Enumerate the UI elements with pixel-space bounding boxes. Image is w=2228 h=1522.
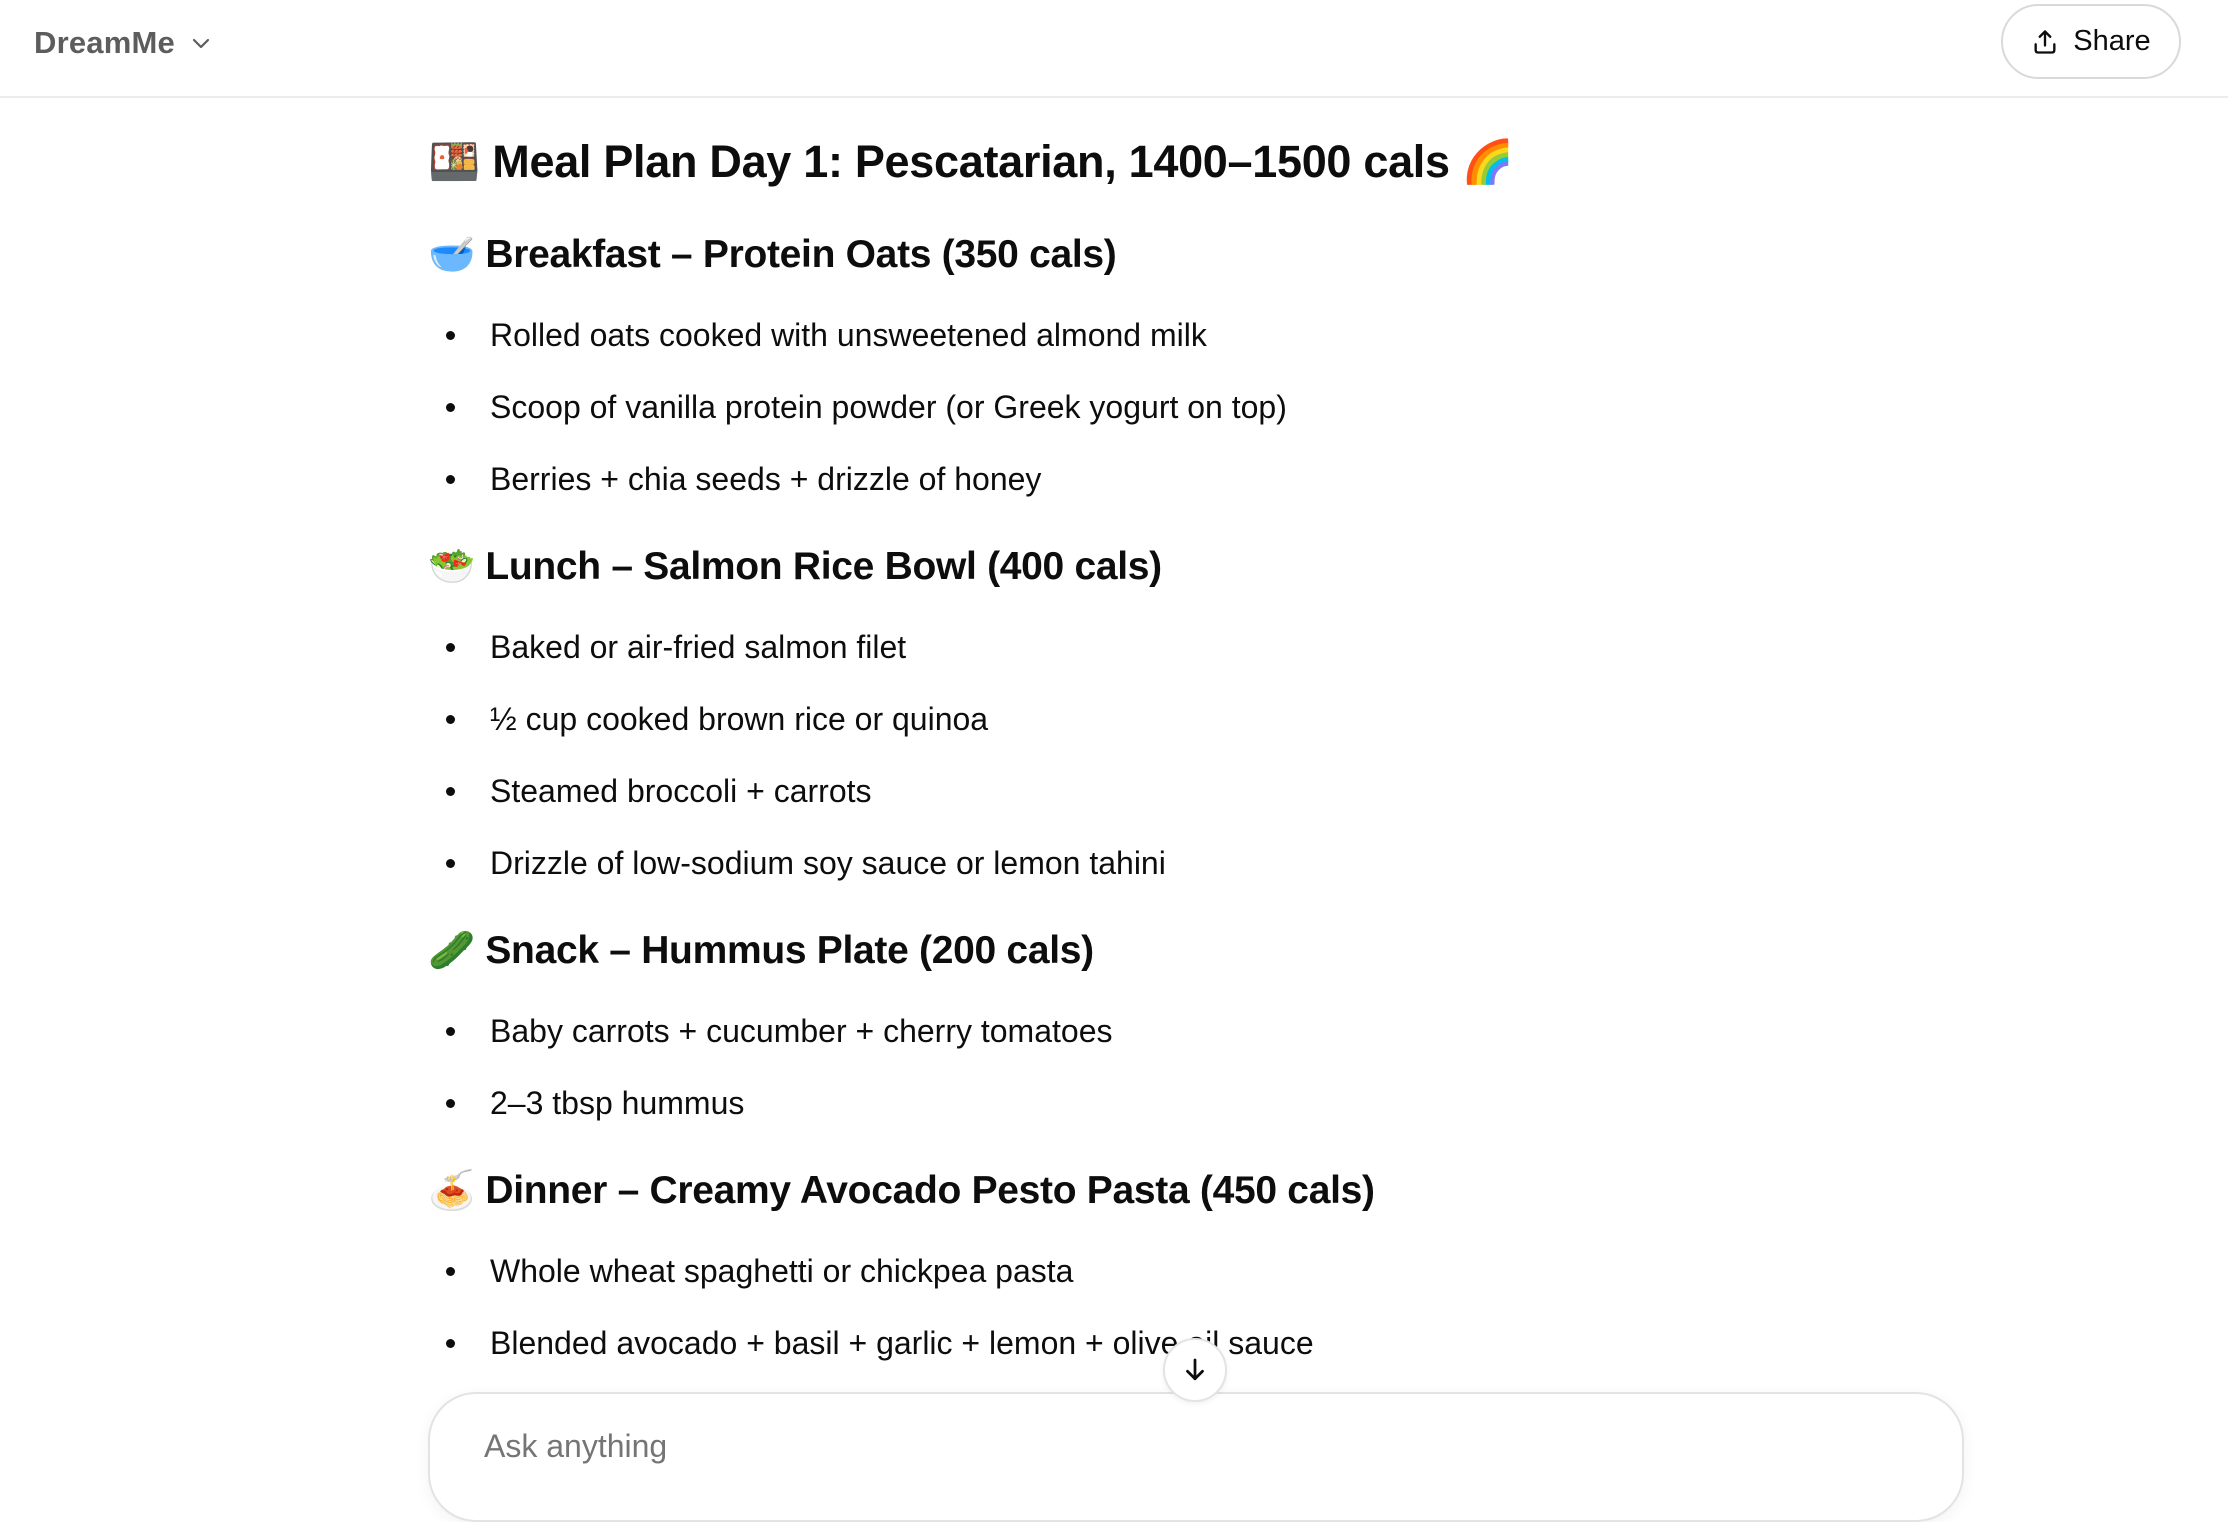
list-item: Berries + chia seeds + drizzle of honey: [428, 456, 1041, 502]
list-item: Baby carrots + cucumber + cherry tomatoe…: [428, 1008, 1112, 1054]
list-item: Drizzle of low-sodium soy sauce or lemon…: [428, 840, 1166, 886]
page-title: 🍱 Meal Plan Day 1: Pescatarian, 1400–150…: [428, 136, 1514, 188]
message-composer: [428, 1392, 1964, 1522]
bullet-dot: [446, 402, 455, 412]
bullet-dot: [446, 1098, 455, 1108]
list-item-text: ½ cup cooked brown rice or quinoa: [490, 700, 989, 737]
list-item: 2–3 tbsp hummus: [428, 1080, 744, 1126]
heading-text: Lunch – Salmon Rice Bowl (400 cals): [485, 545, 1162, 588]
bullet-dot: [446, 1026, 455, 1036]
heading-text: Snack – Hummus Plate (200 cals): [485, 929, 1094, 972]
salad-icon: 🥗: [428, 546, 476, 588]
list-item-text: Drizzle of low-sodium soy sauce or lemon…: [490, 844, 1166, 881]
list-item: Steamed broccoli + carrots: [428, 768, 872, 814]
list-item-text: Baked or air-fried salmon filet: [490, 628, 907, 665]
arrow-down-icon: [1186, 1358, 1204, 1381]
list-item-text: 2–3 tbsp hummus: [490, 1084, 745, 1121]
share-upload-icon: [2034, 29, 2056, 54]
share-label: Share: [2073, 25, 2151, 57]
list-item: Whole wheat spaghetti or chickpea pasta: [428, 1248, 1073, 1294]
heading-text: Breakfast – Protein Oats (350 cals): [485, 233, 1117, 276]
heading-text: Dinner – Creamy Avocado Pesto Pasta (450…: [485, 1169, 1375, 1212]
top-bar: DreamMe Share: [0, 0, 2228, 98]
section-heading-lunch: 🥗 Lunch – Salmon Rice Bowl (400 cals): [428, 545, 1162, 589]
bullet-dot: [446, 786, 455, 796]
list-item-text: Whole wheat spaghetti or chickpea pasta: [490, 1252, 1074, 1289]
section-heading-snack: 🥒 Snack – Hummus Plate (200 cals): [428, 929, 1094, 973]
bullet-dot: [446, 330, 455, 340]
spaghetti-icon: 🍝: [428, 1170, 476, 1212]
list-item: ½ cup cooked brown rice or quinoa: [428, 696, 988, 742]
bullet-dot: [446, 642, 455, 652]
bullet-dot: [446, 474, 455, 484]
model-name: DreamMe: [34, 25, 175, 60]
cucumber-icon: 🥒: [428, 930, 476, 972]
list-item-text: Rolled oats cooked with unsweetened almo…: [490, 316, 1207, 353]
bullet-dot: [446, 1338, 455, 1348]
prompt-input[interactable]: [484, 1428, 1884, 1465]
list-item-text: Berries + chia seeds + drizzle of honey: [490, 460, 1042, 497]
list-item-text: Scoop of vanilla protein powder (or Gree…: [490, 388, 1287, 425]
model-selector[interactable]: DreamMe: [34, 22, 213, 64]
list-item: Rolled oats cooked with unsweetened almo…: [428, 312, 1207, 358]
list-item-text: Baby carrots + cucumber + cherry tomatoe…: [490, 1012, 1113, 1049]
list-item-text: Steamed broccoli + carrots: [490, 772, 872, 809]
section-heading-dinner: 🍝 Dinner – Creamy Avocado Pesto Pasta (4…: [428, 1169, 1375, 1213]
chevron-down-icon: [192, 38, 210, 49]
scroll-to-bottom-button[interactable]: [1163, 1338, 1227, 1402]
rainbow-icon: 🌈: [1461, 138, 1515, 185]
share-button[interactable]: Share: [2001, 4, 2181, 79]
section-heading-breakfast: 🥣 Breakfast – Protein Oats (350 cals): [428, 233, 1117, 277]
bento-box-icon: 🍱: [428, 138, 481, 185]
bullet-dot: [446, 858, 455, 868]
bowl-icon: 🥣: [428, 234, 476, 276]
list-item: Baked or air-fried salmon filet: [428, 624, 906, 670]
title-text: Meal Plan Day 1: Pescatarian, 1400–1500 …: [492, 136, 1450, 187]
bullet-dot: [446, 714, 455, 724]
bullet-dot: [446, 1266, 455, 1276]
list-item: Scoop of vanilla protein powder (or Gree…: [428, 384, 1287, 430]
